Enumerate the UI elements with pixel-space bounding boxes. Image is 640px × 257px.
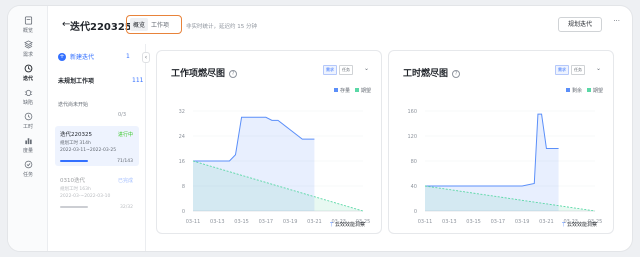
y-tick-label: 0	[414, 209, 417, 215]
type-switch: 需求 任务	[323, 65, 353, 75]
task-icon	[24, 160, 32, 169]
sprint-status-badge: 进行中	[117, 132, 133, 138]
chevron-down-icon[interactable]: ⌄	[364, 65, 369, 72]
actual-area	[425, 114, 559, 211]
sprint-hours: 规划工时 163h	[60, 187, 91, 192]
sprint-progress: 71/143	[117, 159, 133, 164]
unplanned-count: 111	[132, 77, 144, 84]
insight-icon: ⟙	[562, 222, 565, 228]
plan-sprint-button[interactable]: 规划迭代	[558, 17, 602, 32]
page-title: 迭代220325	[70, 22, 132, 33]
nav-overview[interactable]: 概览	[8, 16, 48, 40]
y-tick-label: 160	[407, 109, 417, 115]
x-tick-label: 03-19	[515, 219, 530, 225]
insight-footer: ⟙ 云效效能洞察	[562, 222, 597, 228]
hours-burndown-card: 0 40 80 120 160 03-11 03-13 03-15 03-17 03-19 03-2…	[388, 50, 614, 234]
x-tick-label: 03-13	[442, 219, 457, 225]
nav-clock[interactable]: 工时	[8, 112, 48, 136]
new-sprint-label: 新建迭代	[70, 54, 95, 61]
y-tick-label: 24	[179, 134, 185, 140]
sprint-dates: 2022-03-11~2022-03-25	[60, 148, 117, 153]
sprint-card-previous[interactable]: 0310迭代 已完成 规划工时 163h 2022-03-~2022-03-10…	[55, 172, 139, 212]
legend-item[interactable]: 期望	[586, 87, 603, 94]
x-tick-label: 03-17	[491, 219, 506, 225]
help-icon[interactable]: ?	[229, 70, 238, 78]
more-icon[interactable]: ···	[613, 17, 620, 25]
view-tabs: 概览 工作项	[126, 15, 182, 34]
x-tick-label: 03-21	[539, 219, 554, 225]
sprint-icon	[24, 64, 32, 73]
x-tick-label: 03-11	[186, 219, 201, 225]
chart-legend: 剩余 期望	[565, 87, 603, 94]
workitem-burndown-card: 0 8 16 24 32 03-11 03-13 03-15 03-17 03-19 03-21 03…	[156, 50, 382, 234]
app-window: 概览 需求 迭代 缺陷 工时 度量 任务 ← 迭代220325 概览 工作项 非…	[8, 6, 632, 251]
sprint-progress-bar	[60, 206, 88, 208]
nav-requirement[interactable]: 需求	[8, 40, 48, 64]
unplanned-workitems[interactable]: 未规划工作项	[58, 76, 94, 85]
nav-bug[interactable]: 缺陷	[8, 88, 48, 112]
sprint-progress-bar	[60, 160, 88, 162]
clock-icon	[24, 112, 32, 121]
requirement-icon	[23, 40, 33, 49]
x-tick-label: 03-11	[418, 219, 433, 225]
y-tick-label: 40	[411, 184, 417, 190]
sprint-progress: 32/32	[120, 205, 133, 210]
type-switch: 需求 任务	[555, 65, 585, 75]
x-tick-label: 03-13	[210, 219, 225, 225]
nav-sprint[interactable]: 迭代	[8, 64, 48, 88]
sprint-status-badge: 已完成	[117, 178, 133, 184]
tab-workitems[interactable]: 工作项	[148, 18, 172, 31]
plus-icon: +	[58, 52, 66, 61]
sprint-dates: 2022-03-~2022-03-10	[60, 194, 111, 199]
x-tick-label: 03-17	[259, 219, 274, 225]
nav-metrics[interactable]: 度量	[8, 136, 48, 160]
switch-requirement[interactable]: 需求	[555, 65, 569, 75]
y-tick-label: 120	[407, 134, 417, 140]
insight-icon: ⟙	[330, 222, 333, 228]
stats-delay-note: 非实时统计，延迟约 15 分钟	[186, 24, 257, 30]
sprint-hours: 规划工时 314h	[60, 141, 91, 146]
y-tick-label: 8	[182, 184, 185, 190]
x-tick-label: 03-19	[283, 219, 298, 225]
overview-icon	[24, 16, 32, 25]
x-tick-label: 03-15	[234, 219, 249, 225]
insight-footer: ⟙ 云效效能洞察	[330, 222, 365, 228]
chart-title: 工作项燃尽图?	[171, 66, 238, 79]
bug-icon	[24, 89, 32, 97]
legend-item[interactable]: 期望	[354, 87, 371, 94]
chevron-down-icon[interactable]: ⌄	[596, 65, 601, 72]
not-started-label: 迭代尚未开始	[58, 102, 89, 108]
x-tick-label: 03-15	[466, 219, 481, 225]
sprint-list: + 新建迭代 1 ‹ 未规划工作项 111 迭代尚未开始 0/3 迭代22032…	[48, 44, 150, 251]
y-tick-label: 32	[179, 109, 185, 115]
x-tick-label: 03-21	[307, 219, 322, 225]
new-sprint-button[interactable]: + 新建迭代	[58, 52, 94, 61]
legend-item[interactable]: 剩余	[565, 87, 582, 94]
collapse-panel-icon[interactable]: ‹	[142, 52, 150, 63]
chart-legend: 存量 期望	[333, 87, 371, 94]
side-nav: 概览 需求 迭代 缺陷 工时 度量 任务	[8, 6, 48, 251]
y-tick-label: 0	[182, 209, 185, 215]
page-header: ← 迭代220325 概览 工作项 非实时统计，延迟约 15 分钟 规划迭代 ·…	[48, 6, 632, 44]
sprint-card-current[interactable]: 迭代220325 进行中 规划工时 314h 2022-03-11~2022-0…	[55, 126, 139, 166]
switch-requirement[interactable]: 需求	[323, 65, 337, 75]
metrics-icon	[24, 138, 32, 145]
tab-overview[interactable]: 概览	[130, 18, 149, 31]
actual-area	[193, 117, 315, 211]
new-sprint-count: 1	[126, 53, 130, 60]
switch-task[interactable]: 任务	[571, 65, 585, 75]
help-icon[interactable]: ?	[452, 70, 461, 78]
chart-title: 工时燃尽图?	[403, 66, 461, 79]
y-tick-label: 16	[179, 159, 185, 165]
y-tick-label: 80	[411, 159, 417, 165]
nav-task[interactable]: 任务	[8, 160, 48, 184]
switch-task[interactable]: 任务	[339, 65, 353, 75]
not-started-count: 0/3	[118, 112, 127, 118]
legend-item[interactable]: 存量	[333, 87, 350, 94]
